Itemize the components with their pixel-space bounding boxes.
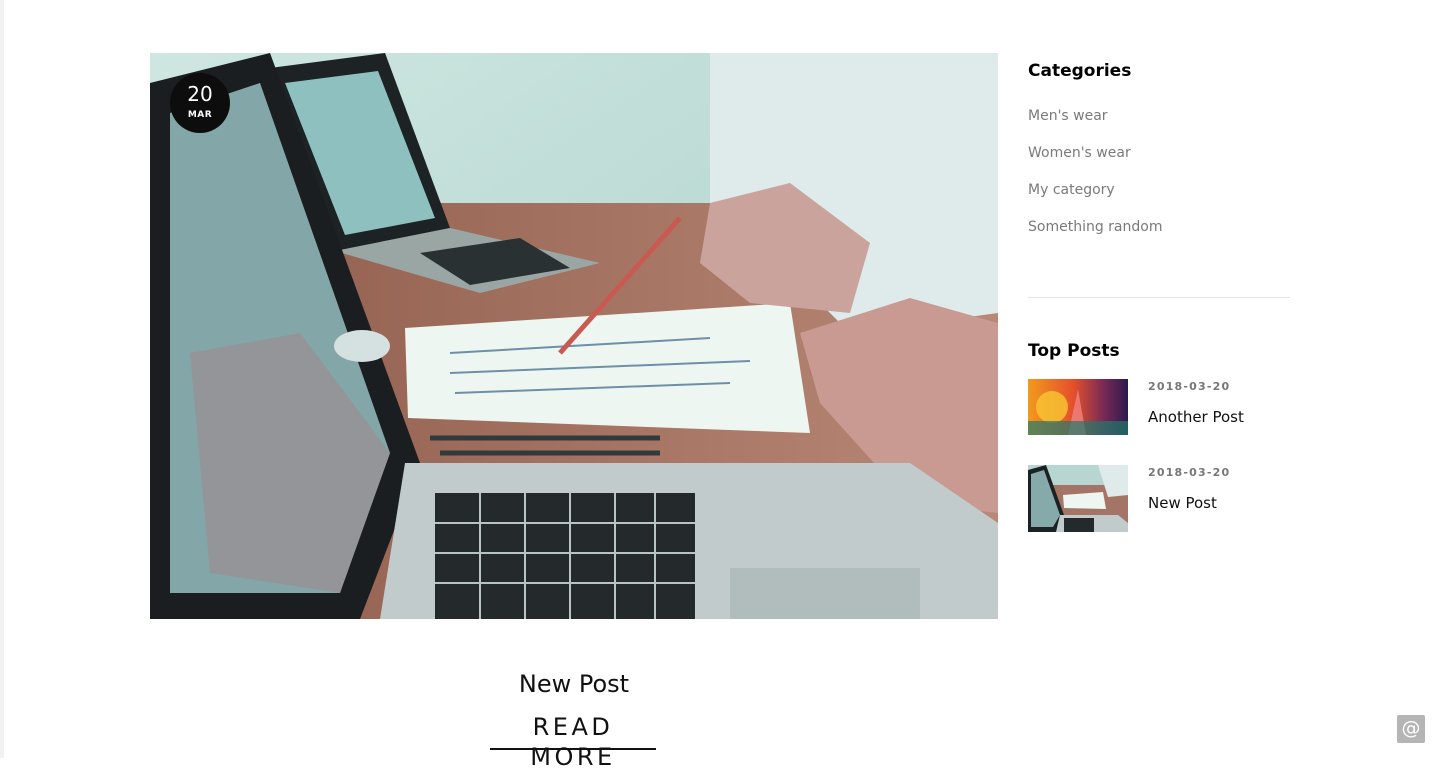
sidebar-divider bbox=[1028, 297, 1290, 298]
category-link[interactable]: Something random bbox=[1028, 219, 1162, 235]
top-posts-heading: Top Posts bbox=[1028, 341, 1120, 361]
top-post-title[interactable]: Another Post bbox=[1148, 408, 1244, 426]
category-link[interactable]: Men's wear bbox=[1028, 108, 1108, 124]
category-link[interactable]: Women's wear bbox=[1028, 145, 1131, 161]
top-post-item[interactable]: 2018-03-20 Another Post bbox=[1028, 379, 1290, 447]
page-left-edge bbox=[0, 0, 4, 758]
post-title[interactable]: New Post bbox=[150, 668, 998, 700]
abstract-sunset-thumb-icon[interactable] bbox=[1028, 379, 1128, 435]
post-date-badge: 20 MAR bbox=[170, 73, 230, 133]
laptop-desk-thumb-icon[interactable] bbox=[1028, 465, 1128, 532]
categories-heading: Categories bbox=[1028, 61, 1132, 81]
category-link[interactable]: My category bbox=[1028, 182, 1115, 198]
top-post-item[interactable]: 2018-03-20 New Post bbox=[1028, 465, 1290, 533]
top-post-date: 2018-03-20 bbox=[1148, 466, 1231, 479]
post-date-day: 20 bbox=[187, 82, 213, 106]
laptop-desk-illustration bbox=[150, 53, 998, 619]
read-more-link[interactable]: READ MORE bbox=[490, 712, 656, 771]
at-sign-icon[interactable]: @ bbox=[1397, 715, 1425, 743]
post-date-month: MAR bbox=[187, 110, 213, 120]
top-post-date: 2018-03-20 bbox=[1148, 380, 1231, 393]
post-featured-image[interactable] bbox=[150, 53, 998, 619]
top-post-title[interactable]: New Post bbox=[1148, 494, 1217, 512]
